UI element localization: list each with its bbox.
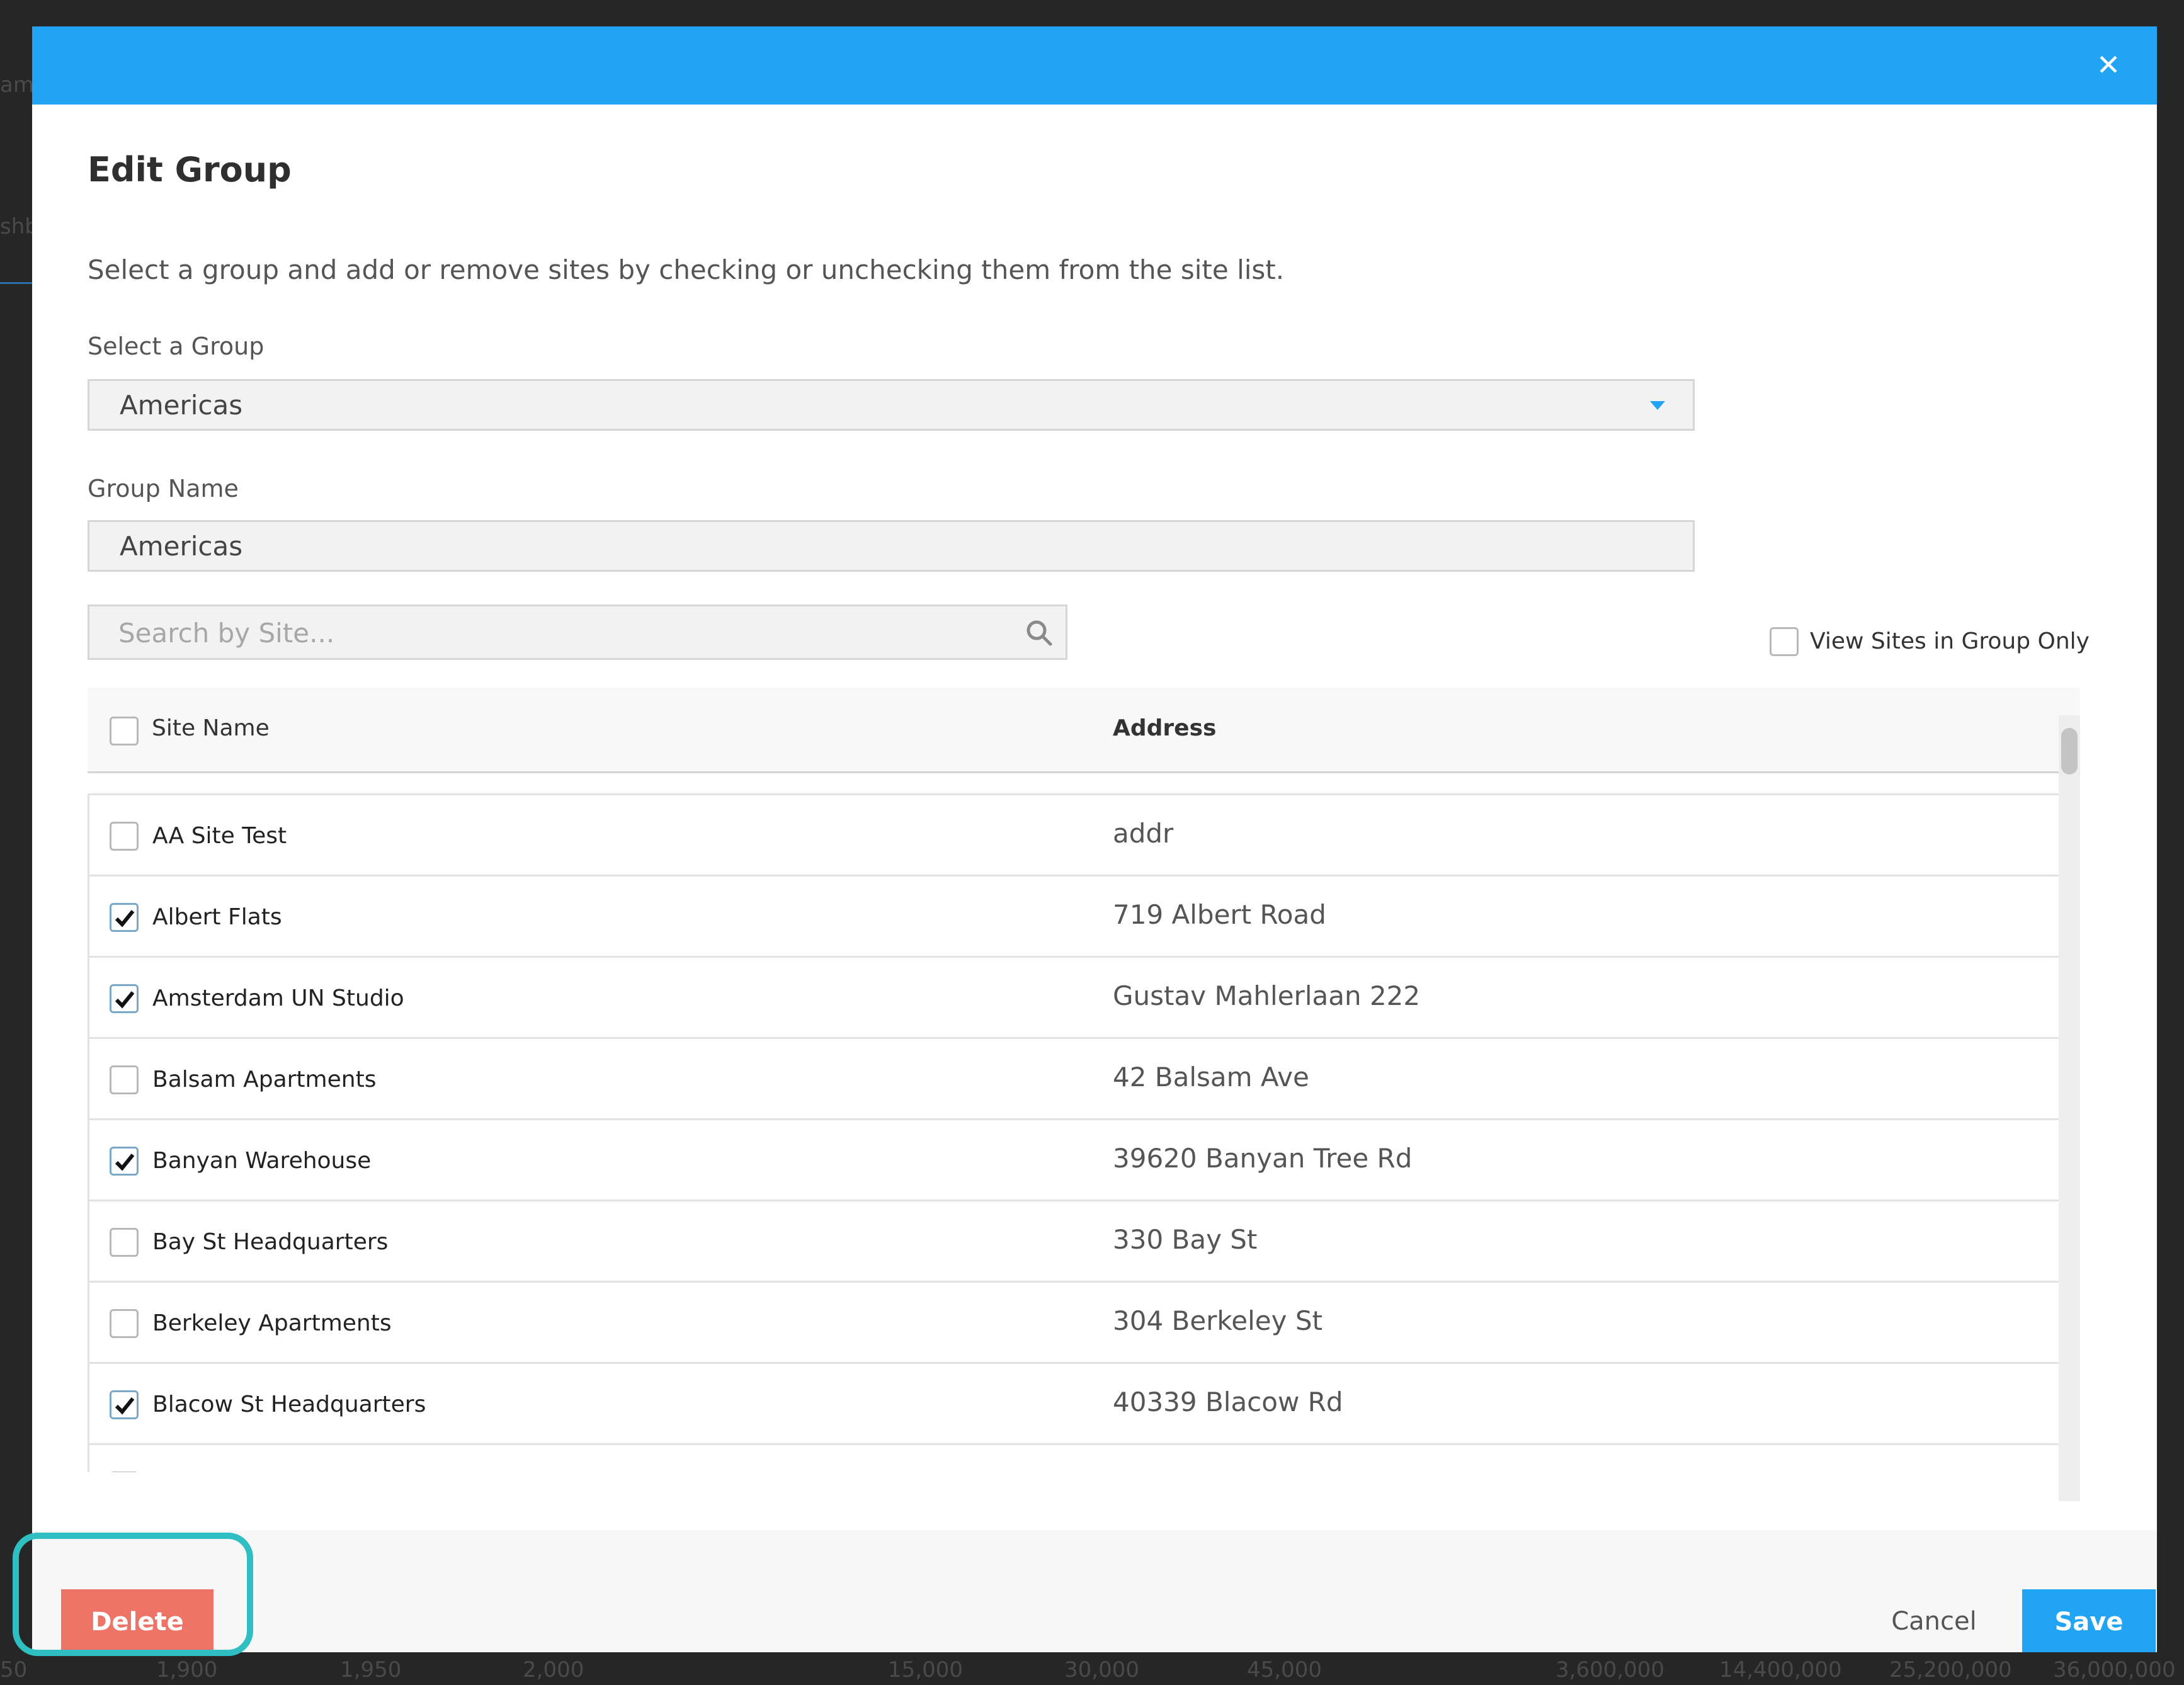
background-axis-tick: 50 (0, 1657, 28, 1682)
view-sites-in-group-only-checkbox[interactable] (1770, 627, 1799, 656)
address-cell: 42 Balsam Ave (1113, 1062, 1309, 1092)
site-name-cell: Amsterdam UN Studio (152, 985, 404, 1011)
group-select[interactable]: Americas (88, 379, 1695, 431)
site-name-cell: Albert Flats (152, 904, 282, 930)
address-cell: 330 Bay St (1113, 1224, 1258, 1255)
save-button[interactable]: Save (2022, 1589, 2156, 1652)
select-all-checkbox[interactable] (110, 717, 139, 746)
modal-header: ✕ (32, 26, 2157, 105)
close-icon[interactable]: ✕ (2093, 49, 2124, 81)
caret-down-icon (1650, 401, 1665, 410)
background-axis-tick: 2,000 (523, 1657, 584, 1682)
select-group-label: Select a Group (88, 332, 264, 360)
background-text: am (0, 72, 34, 98)
search-placeholder: Search by Site... (118, 618, 335, 649)
address-cell: 719 Albert Road (1113, 899, 1326, 930)
group-name-input[interactable]: Americas (88, 520, 1695, 572)
address-cell: Gustav Mahlerlaan 222 (1113, 980, 1421, 1011)
column-header-site-name[interactable]: Site Name (152, 715, 270, 741)
table-row-partial[interactable] (88, 1445, 2080, 1472)
modal-footer (32, 1530, 2157, 1652)
background-axis-tick: 36,000,000 (2053, 1657, 2176, 1682)
site-name-cell: Blacow St Headquarters (152, 1392, 426, 1417)
group-name-label: Group Name (88, 475, 239, 502)
address-cell: 39620 Banyan Tree Rd (1113, 1143, 1413, 1174)
table-scrollbar[interactable] (2059, 715, 2080, 1501)
group-name-value: Americas (120, 531, 243, 562)
site-name-cell: AA Site Test (152, 823, 287, 849)
modal-subtitle: Select a group and add or remove sites b… (88, 254, 1285, 285)
address-cell: 40339 Blacow Rd (1113, 1387, 1343, 1417)
table-row[interactable]: Albert Flats 719 Albert Road (88, 877, 2080, 958)
table-row[interactable]: Amsterdam UN Studio Gustav Mahlerlaan 22… (88, 958, 2080, 1039)
edit-group-modal: ✕ Edit Group Select a group and add or r… (32, 26, 2157, 1652)
site-table: Site Name Address AA Site Test addr Albe… (88, 688, 2136, 1472)
row-checkbox[interactable] (110, 1309, 139, 1338)
site-name-cell: Bay St Headquarters (152, 1229, 389, 1255)
background-axis-tick: 15,000 (888, 1657, 963, 1682)
background-axis-tick: 1,900 (156, 1657, 218, 1682)
background-axis-tick: 45,000 (1247, 1657, 1322, 1682)
row-checkbox[interactable] (110, 903, 139, 932)
table-row[interactable]: Balsam Apartments 42 Balsam Ave (88, 1039, 2080, 1120)
search-icon[interactable] (1024, 618, 1054, 648)
table-row[interactable]: AA Site Test addr (88, 795, 2080, 877)
table-row[interactable]: Berkeley Apartments 304 Berkeley St (88, 1283, 2080, 1364)
view-sites-in-group-only-label: View Sites in Group Only (1810, 628, 2090, 654)
row-checkbox[interactable] (110, 1390, 139, 1419)
table-header: Site Name Address (88, 688, 2080, 773)
scrollbar-thumb[interactable] (2061, 728, 2078, 774)
cancel-button[interactable]: Cancel (1868, 1598, 2000, 1645)
site-name-cell: Berkeley Apartments (152, 1310, 392, 1336)
site-name-cell: Banyan Warehouse (152, 1148, 372, 1174)
address-cell: 304 Berkeley St (1113, 1305, 1322, 1336)
row-checkbox[interactable] (110, 1228, 139, 1257)
row-checkbox[interactable] (110, 1147, 139, 1176)
background-axis-tick: 1,950 (340, 1657, 402, 1682)
table-row[interactable]: Banyan Warehouse 39620 Banyan Tree Rd (88, 1120, 2080, 1201)
row-checkbox[interactable] (110, 822, 139, 851)
address-cell: addr (1113, 818, 1174, 849)
table-row[interactable]: Blacow St Headquarters 40339 Blacow Rd (88, 1364, 2080, 1445)
background-axis-tick: 3,600,000 (1556, 1657, 1665, 1682)
site-rows: AA Site Test addr Albert Flats 719 Alber… (88, 795, 2080, 1472)
delete-button[interactable]: Delete (61, 1589, 213, 1652)
site-name-cell: Balsam Apartments (152, 1067, 377, 1092)
group-select-value: Americas (120, 390, 243, 421)
column-header-address[interactable]: Address (1113, 715, 1216, 741)
row-checkbox[interactable] (110, 984, 139, 1013)
background-axis-tick: 25,200,000 (1889, 1657, 2012, 1682)
background-axis-tick: 30,000 (1064, 1657, 1139, 1682)
background-divider (0, 282, 32, 284)
background-axis-tick: 14,400,000 (1719, 1657, 1842, 1682)
site-search-input[interactable]: Search by Site... (88, 604, 1067, 660)
row-checkbox[interactable] (110, 1065, 139, 1094)
table-row[interactable]: Bay St Headquarters 330 Bay St (88, 1201, 2080, 1283)
modal-title: Edit Group (88, 150, 292, 190)
